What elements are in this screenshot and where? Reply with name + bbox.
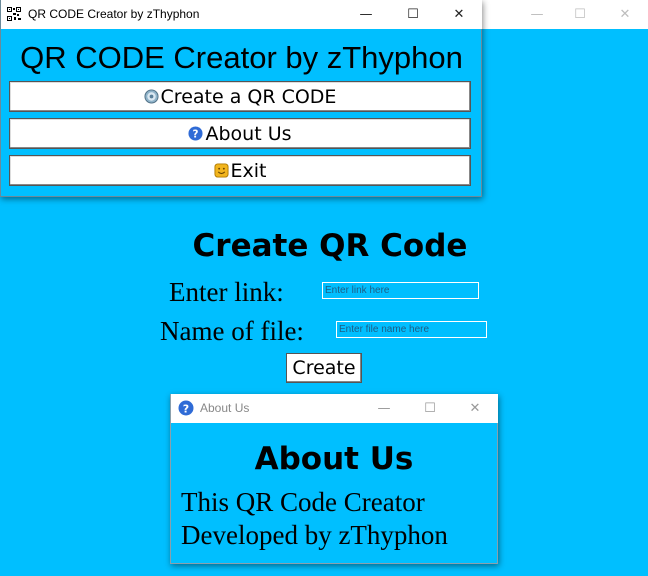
file-name-input[interactable] <box>336 321 487 338</box>
create-qr-code-button[interactable]: Create a QR CODE <box>9 81 471 112</box>
main-window: QR CODE Creator by zThyphon — ☐ ✕ QR COD… <box>0 0 482 197</box>
about-window-titlebar: ? About Us — ☐ ✕ <box>171 394 498 423</box>
about-heading: About Us <box>254 441 414 477</box>
smiley-icon <box>213 163 229 178</box>
create-qr-code-label: Create a QR CODE <box>160 85 337 108</box>
about-us-label: About Us <box>205 122 292 145</box>
about-us-button[interactable]: ? About Us <box>9 118 471 149</box>
minimize-icon[interactable]: — <box>514 0 560 29</box>
exit-button[interactable]: Exit <box>9 155 471 186</box>
create-button[interactable]: Create <box>286 353 362 383</box>
minimize-icon[interactable]: — <box>343 0 389 29</box>
close-icon[interactable]: ✕ <box>452 394 498 423</box>
qr-code-icon <box>7 7 21 21</box>
app-heading: QR CODE Creator by zThyphon <box>20 40 463 75</box>
main-window-title: QR CODE Creator by zThyphon <box>28 7 200 21</box>
svg-text:?: ? <box>183 402 189 415</box>
enter-link-label: Enter link: <box>169 277 284 307</box>
link-input[interactable] <box>322 282 479 299</box>
file-name-label: Name of file: <box>160 316 304 346</box>
maximize-icon[interactable]: ☐ <box>407 394 453 423</box>
help-icon: ? <box>188 126 204 141</box>
close-icon[interactable]: ✕ <box>436 0 482 29</box>
about-description-line: This QR Code Creator <box>181 487 425 517</box>
about-window-title: About Us <box>200 401 250 415</box>
disc-icon <box>144 89 159 104</box>
exit-label: Exit <box>230 159 267 182</box>
main-window-titlebar: QR CODE Creator by zThyphon — ☐ ✕ <box>1 0 482 29</box>
help-icon: ? <box>178 400 194 416</box>
close-icon[interactable]: ✕ <box>602 0 648 29</box>
about-developer-line: Developed by zThyphon <box>181 520 448 550</box>
about-window: ? About Us — ☐ ✕ About Us This QR Code C… <box>170 394 498 564</box>
svg-text:?: ? <box>193 129 199 141</box>
minimize-icon[interactable]: — <box>361 394 407 423</box>
maximize-icon[interactable]: ☐ <box>557 0 603 29</box>
maximize-icon[interactable]: ☐ <box>390 0 436 29</box>
create-qr-heading: Create QR Code <box>192 228 468 264</box>
